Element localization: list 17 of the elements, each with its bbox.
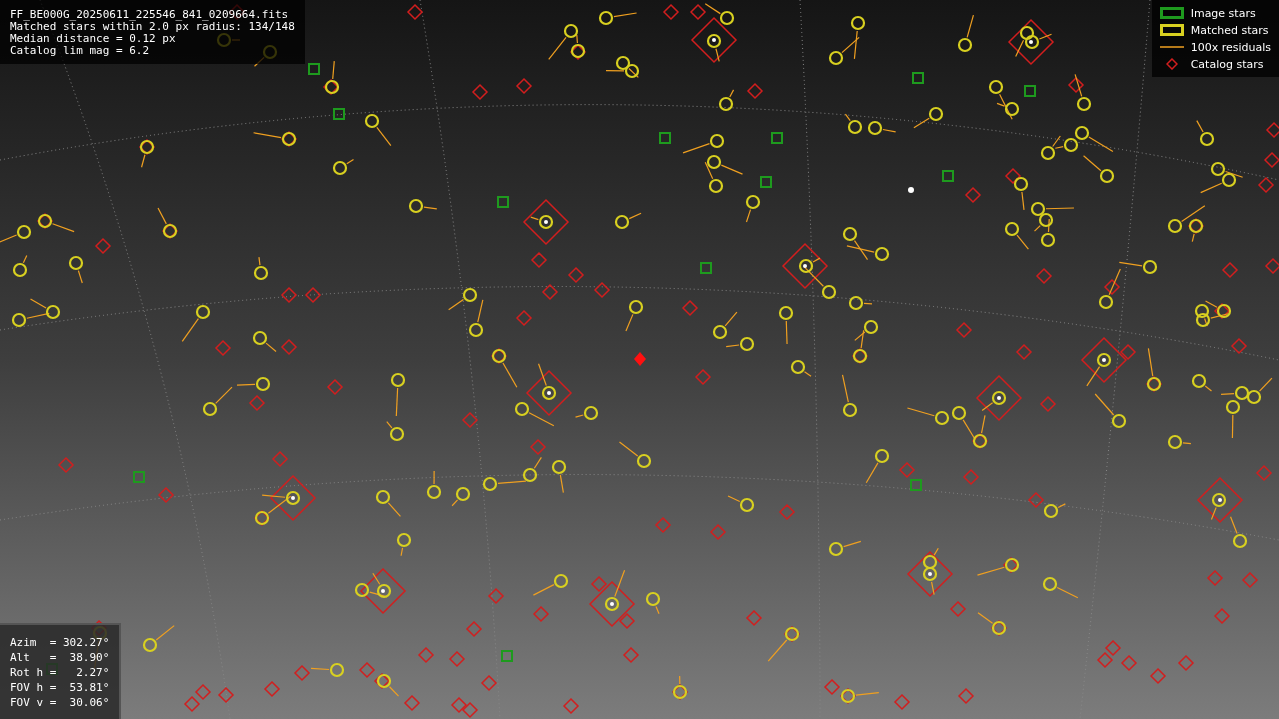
legend-label: Matched stars bbox=[1190, 23, 1269, 37]
legend-label: 100x residuals bbox=[1190, 40, 1271, 54]
pointing-text: Alt = 38.90° bbox=[10, 652, 110, 664]
pointing-text: FOV v = 30.06° bbox=[10, 697, 110, 709]
legend-line-icon bbox=[1159, 45, 1184, 49]
pointing-text: Azim = 302.27° bbox=[10, 637, 110, 649]
legend-label: Catalog stars bbox=[1190, 57, 1264, 71]
info-text: Matched stars within 2.0 px radius: 134/148 bbox=[10, 21, 295, 33]
info-text: Catalog lim mag = 6.2 bbox=[10, 45, 151, 57]
info-text: FF_BE000G_20250611_225546_841_0209664.fits bbox=[10, 9, 290, 21]
info-text: Median distance = 0.12 px bbox=[10, 33, 177, 45]
legend-square-icon bbox=[1159, 7, 1184, 19]
legend-square-icon bbox=[1159, 24, 1184, 36]
legend-label: Image stars bbox=[1190, 6, 1256, 20]
pointing-text: FOV h = 53.81° bbox=[10, 682, 110, 694]
legend-diamond-icon bbox=[1165, 58, 1178, 70]
pointing-text: Rot h = 2.27° bbox=[10, 667, 110, 679]
